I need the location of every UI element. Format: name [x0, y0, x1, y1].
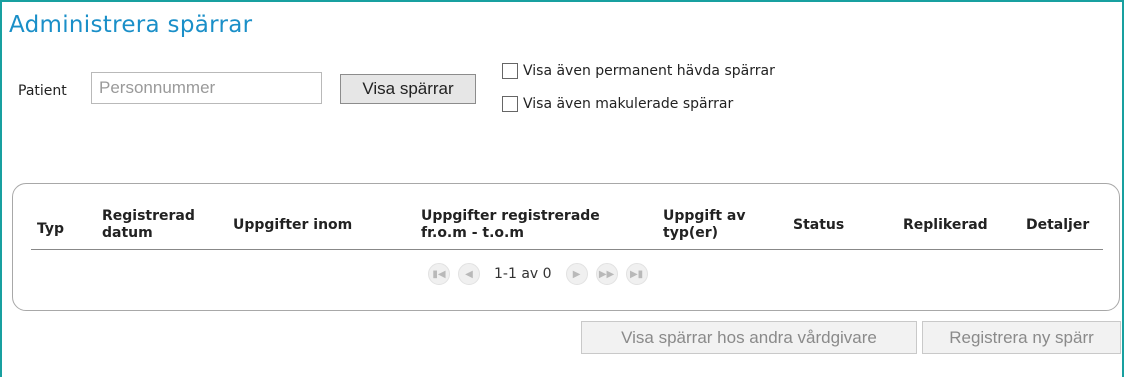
- col-header-registrerad-line2: datum: [102, 225, 153, 241]
- next-page-icon[interactable]: ▶: [565, 263, 588, 285]
- show-other-providers-button[interactable]: Visa spärrar hos andra vårdgivare: [581, 321, 917, 354]
- page-info: 1-1 av 0: [494, 266, 552, 282]
- col-header-uppgifter-reg-line1: Uppgifter registrerade: [421, 208, 600, 224]
- last-page-icon[interactable]: ▶▮: [625, 263, 648, 285]
- col-header-registrerad-line1: Registrerad: [102, 208, 195, 224]
- col-header-detaljer[interactable]: Detaljer: [1026, 217, 1089, 234]
- fast-forward-icon[interactable]: ▶▶: [595, 263, 618, 285]
- col-header-typ[interactable]: Typ: [37, 221, 64, 238]
- col-header-uppgifter-inom[interactable]: Uppgifter inom: [233, 217, 352, 234]
- col-header-uppgift-typ-line1: Uppgift av: [663, 208, 746, 224]
- col-header-registrerad-datum[interactable]: Registrerad datum: [102, 208, 195, 242]
- first-page-icon[interactable]: ▮◀: [428, 263, 450, 285]
- col-header-uppgifter-reg-line2: fr.o.m - t.o.m: [421, 225, 524, 241]
- pagination: ▮◀ ◀ 1-1 av 0 ▶ ▶▶ ▶▮: [428, 263, 656, 285]
- blocks-table-panel: Typ Registrerad datum Uppgifter inom Upp…: [12, 183, 1120, 311]
- cancelled-option[interactable]: Visa även makulerade spärrar: [502, 96, 733, 112]
- col-header-status[interactable]: Status: [793, 217, 844, 234]
- personnummer-input[interactable]: [91, 72, 322, 104]
- patient-label: Patient: [18, 83, 67, 99]
- previous-page-icon[interactable]: ◀: [458, 263, 480, 285]
- table-header-divider: [31, 249, 1103, 250]
- col-header-uppgift-typ-line2: typ(er): [663, 225, 719, 241]
- permanent-revoked-checkbox[interactable]: [502, 63, 518, 79]
- permanent-revoked-label: Visa även permanent hävda spärrar: [523, 63, 775, 79]
- show-blocks-button[interactable]: Visa spärrar: [340, 74, 476, 104]
- cancelled-label: Visa även makulerade spärrar: [523, 96, 734, 112]
- cancelled-checkbox[interactable]: [502, 96, 518, 112]
- register-new-block-button[interactable]: Registrera ny spärr: [922, 321, 1121, 354]
- col-header-uppgifter-registrerade[interactable]: Uppgifter registrerade fr.o.m - t.o.m: [421, 208, 600, 242]
- col-header-replikerad[interactable]: Replikerad: [903, 217, 988, 234]
- page-title: Administrera spärrar: [9, 12, 253, 38]
- permanent-revoked-option[interactable]: Visa även permanent hävda spärrar: [502, 63, 775, 79]
- col-header-uppgift-av-typ[interactable]: Uppgift av typ(er): [663, 208, 745, 242]
